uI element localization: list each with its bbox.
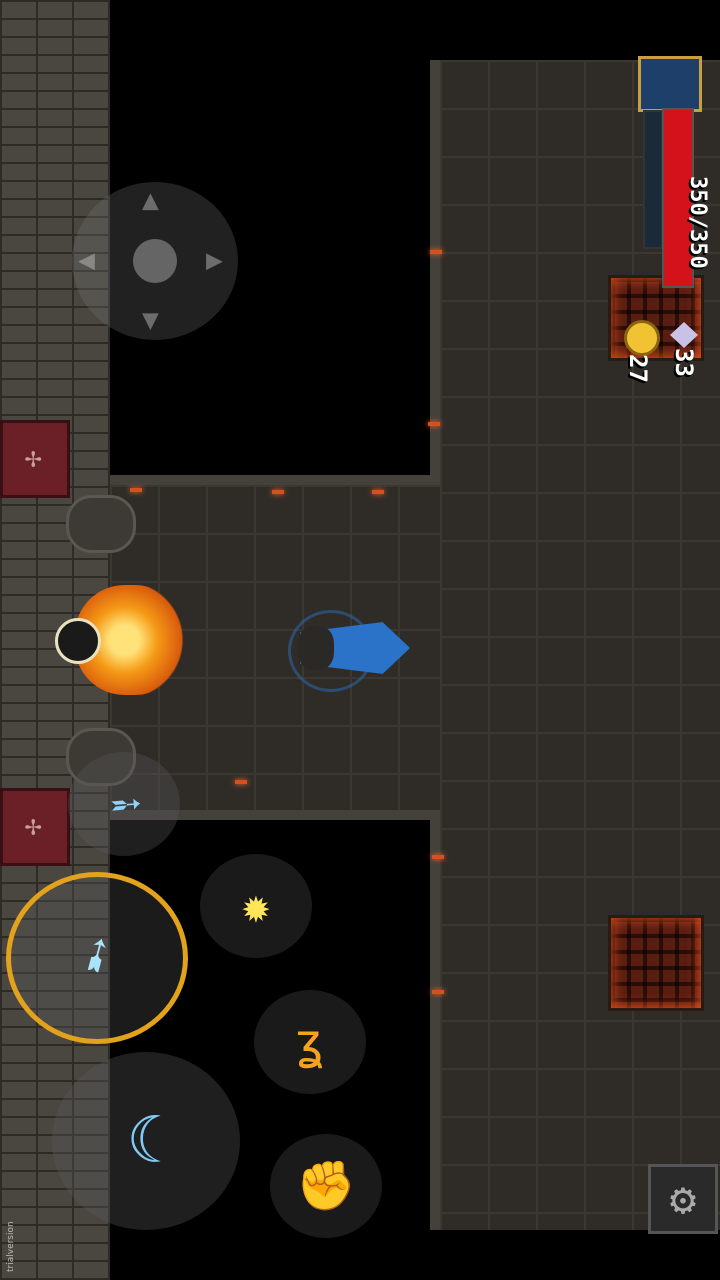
flame-serpent-skill[interactable]: ʓ — [254, 990, 366, 1094]
health-text: 350/350 — [685, 176, 710, 269]
gold-count: 27 — [624, 354, 652, 383]
ember — [432, 855, 444, 859]
mana-bar — [643, 110, 663, 249]
light-burst-icon: ✹ — [241, 878, 271, 934]
player-head — [298, 626, 334, 670]
frost-arrow-skill[interactable]: ➹ — [6, 872, 188, 1044]
door-pillar-top — [66, 495, 136, 553]
gem-count: 33 — [670, 348, 698, 377]
arrow-right-icon: ▶ — [206, 243, 223, 276]
ember — [235, 780, 247, 784]
gear-icon: ⚙ — [669, 1173, 697, 1225]
enemy-core-icon — [55, 618, 101, 664]
ember — [272, 490, 284, 494]
settings-button[interactable]: ⚙ — [648, 1164, 718, 1234]
lava-grate-bottom — [608, 915, 704, 1011]
arrow-up-icon: ▲ — [142, 183, 159, 216]
light-burst-skill[interactable]: ✹ — [200, 854, 312, 958]
player-portrait — [638, 56, 702, 112]
watermark: trialversion — [6, 1221, 16, 1272]
ember — [428, 422, 440, 426]
top-right-void — [430, 0, 720, 60]
water-crescent-icon: ☾ — [126, 1104, 166, 1178]
wall-banner-top — [0, 420, 70, 498]
ember — [130, 488, 142, 492]
ice-spear-skill[interactable]: ➶ — [68, 752, 180, 856]
earth-fist-skill[interactable]: ✊ — [270, 1134, 382, 1238]
wall-banner-bottom — [0, 788, 70, 866]
joystick-knob[interactable] — [133, 239, 177, 283]
virtual-joystick[interactable]: ▲ ▼ ◀ ▶ — [72, 182, 238, 340]
earth-fist-icon: ✊ — [296, 1158, 356, 1214]
water-crescent-skill[interactable]: ☾ — [52, 1052, 240, 1230]
ember — [372, 490, 384, 494]
flame-serpent-icon: ʓ — [295, 1014, 325, 1070]
arrow-left-icon: ◀ — [78, 243, 95, 276]
frost-arrow-icon: ➹ — [65, 920, 128, 995]
ice-spear-icon: ➶ — [94, 773, 154, 835]
ember — [430, 250, 442, 254]
coin-icon — [624, 320, 660, 356]
arrow-down-icon: ▼ — [142, 303, 159, 336]
bottom-right-void — [430, 1230, 720, 1280]
ember — [432, 990, 444, 994]
